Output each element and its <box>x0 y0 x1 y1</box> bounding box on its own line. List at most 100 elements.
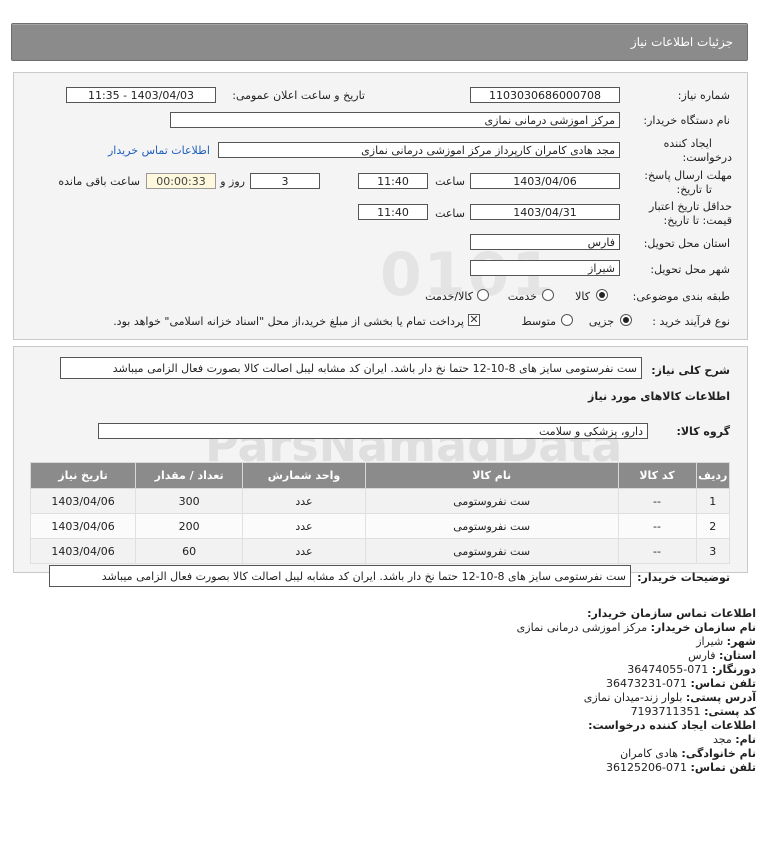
days-label: روز و <box>220 175 245 188</box>
contact-org: نام سازمان خریدار: مرکز اموزشی درمانی نم… <box>517 621 756 634</box>
goods-group-label: گروه کالا: <box>676 425 730 438</box>
validity-time-field[interactable]: 11:40 <box>358 204 428 220</box>
reply-deadline-label: مهلت ارسال پاسخ: <box>644 169 732 182</box>
contact-fax-key: دورنگار: <box>711 663 756 676</box>
validity-date-field[interactable]: 1403/04/31 <box>470 204 620 220</box>
col-header-date: تاریخ نیاز <box>29 462 137 489</box>
creator-family-key: نام خانوادگی: <box>681 747 756 760</box>
buyer-contact-link[interactable]: اطلاعات تماس خریدار <box>108 144 210 157</box>
creator-info-title: اطلاعات ایجاد کننده درخواست: <box>588 719 756 732</box>
category-service-label: خدمت <box>507 290 537 303</box>
cell-row-no: 3 <box>695 538 730 564</box>
province-label: استان محل تحویل: <box>643 237 730 250</box>
table-row[interactable]: 3 -- ست نفروستومی عدد 60 1403/04/06 <box>29 538 730 564</box>
cell-unit: عدد <box>242 513 366 539</box>
contact-province: استان: فارس <box>688 649 756 662</box>
contact-city: شهر: شیراز <box>696 635 756 648</box>
cell-code: -- <box>617 513 697 539</box>
process-partial-label: جزیی <box>588 315 614 328</box>
table-row[interactable]: 2 -- ست نفروستومی عدد 200 1403/04/06 <box>29 513 730 539</box>
city-field[interactable]: شیراز <box>470 260 620 276</box>
province-field[interactable]: فارس <box>470 234 620 250</box>
validity-time-label: ساعت <box>435 207 465 220</box>
cell-name: ست نفروستومی <box>364 488 619 514</box>
contact-phone-key: تلفن تماس: <box>690 677 756 690</box>
contact-address-value: بلوار زند-میدان نمازی <box>583 691 683 704</box>
cell-name: ست نفروستومی <box>364 513 619 539</box>
cell-date: 1403/04/06 <box>29 538 137 564</box>
creator-phone: تلفن تماس: 071-36125206 <box>606 761 756 774</box>
creator-name: نام: مجد <box>713 733 756 746</box>
process-medium-radio[interactable] <box>561 314 573 326</box>
creator-family: نام خانوادگی: هادی کامران <box>620 747 756 760</box>
buyer-notes-label: توضیحات خریدار: <box>637 571 730 584</box>
need-number-label: شماره نیاز: <box>677 89 730 102</box>
creator-name-value: مجد <box>712 733 732 746</box>
category-both-label: کالا/خدمت <box>425 290 473 303</box>
col-header-name: نام کالا <box>364 462 619 489</box>
category-both-radio[interactable] <box>477 289 489 301</box>
summary-field: ست نفرستومی سایز های 8-10-12 حتما نخ دار… <box>60 357 642 379</box>
creator-field[interactable]: مجد هادی کامران کارپرداز مرکز اموزشی درم… <box>218 142 620 158</box>
goods-info-title: اطلاعات کالاهای مورد نیاز <box>588 390 730 403</box>
contact-postal: کد پستی: 7193711351 <box>631 705 756 718</box>
category-service-radio[interactable] <box>542 289 554 301</box>
creator-label: ایجاد کننده <box>663 137 712 150</box>
contact-org-value: مرکز اموزشی درمانی نمازی <box>516 621 648 634</box>
contact-org-key: نام سازمان خریدار: <box>650 621 756 634</box>
need-number-field[interactable]: 1103030686000708 <box>470 87 620 103</box>
col-header-row-no: ردیف <box>695 462 730 489</box>
contact-phone-value: 071-36473231 <box>606 677 688 690</box>
announce-label: تاریخ و ساعت اعلان عمومی: <box>232 89 365 102</box>
cell-code: -- <box>617 488 697 514</box>
city-label: شهر محل تحویل: <box>650 263 730 276</box>
items-table: ردیف کد کالا نام کالا واحد شمارش تعداد /… <box>29 462 730 564</box>
cell-qty: 300 <box>135 488 244 514</box>
creator-family-value: هادی کامران <box>620 747 678 760</box>
reply-time-field[interactable]: 11:40 <box>358 173 428 189</box>
buyer-notes-field: ست نفرستومی سایز های 8-10-12 حتما نخ دار… <box>49 565 631 587</box>
cell-row-no: 1 <box>695 488 730 514</box>
creator-label-2: درخواست: <box>682 151 732 164</box>
contact-province-value: فارس <box>688 649 716 662</box>
contact-city-key: شهر: <box>726 635 756 648</box>
contact-address-key: آدرس پستی: <box>685 691 756 704</box>
contact-phone: تلفن تماس: 071-36473231 <box>606 677 756 690</box>
col-header-qty: تعداد / مقدار <box>135 462 244 489</box>
validity-label: حداقل تاریخ اعتبار <box>648 200 732 213</box>
contact-province-key: استان: <box>719 649 756 662</box>
cell-qty: 60 <box>135 538 244 564</box>
remaining-field: 00:00:33 <box>146 173 216 189</box>
process-label: نوع فرآیند خرید : <box>652 315 730 328</box>
contact-address: آدرس پستی: بلوار زند-میدان نمازی <box>584 691 756 704</box>
contact-postal-key: کد پستی: <box>704 705 756 718</box>
contact-fax-value: 071-36474055 <box>627 663 709 676</box>
process-medium-label: متوسط <box>521 315 556 328</box>
reply-time-label: ساعت <box>435 175 465 188</box>
summary-label: شرح کلی نیاز: <box>651 364 730 377</box>
creator-name-key: نام: <box>735 733 756 746</box>
cell-name: ست نفروستومی <box>364 538 619 564</box>
remaining-label: ساعت باقی مانده <box>58 175 140 188</box>
reply-deadline-label-2: تا تاریخ: <box>676 183 712 196</box>
reply-date-field[interactable]: 1403/04/06 <box>470 173 620 189</box>
buyer-org-label: نام دستگاه خریدار: <box>643 114 730 127</box>
cell-date: 1403/04/06 <box>29 513 137 539</box>
page-title: جزئیات اطلاعات نیاز <box>630 35 733 49</box>
buyer-org-field[interactable]: مرکز اموزشی درمانی نمازی <box>170 112 620 128</box>
cell-qty: 200 <box>135 513 244 539</box>
contact-title: اطلاعات تماس سازمان خریدار: <box>587 607 756 620</box>
creator-phone-key: تلفن تماس: <box>690 761 756 774</box>
payment-note: پرداخت تمام یا بخشی از مبلغ خرید،از محل … <box>113 315 464 328</box>
category-goods-radio[interactable] <box>596 289 608 301</box>
process-partial-radio[interactable] <box>620 314 632 326</box>
contact-city-value: شیراز <box>696 635 724 648</box>
goods-group-field[interactable]: دارو، پزشکی و سلامت <box>98 423 648 439</box>
creator-phone-value: 071-36125206 <box>606 761 688 774</box>
table-row[interactable]: 1 -- ست نفروستومی عدد 300 1403/04/06 <box>29 488 730 514</box>
cell-code: -- <box>617 538 697 564</box>
treasury-checkbox[interactable]: ✕ <box>468 314 480 326</box>
page-header: جزئیات اطلاعات نیاز <box>11 23 748 61</box>
announce-field[interactable]: 1403/04/03 - 11:35 <box>66 87 216 103</box>
days-field[interactable]: 3 <box>250 173 320 189</box>
